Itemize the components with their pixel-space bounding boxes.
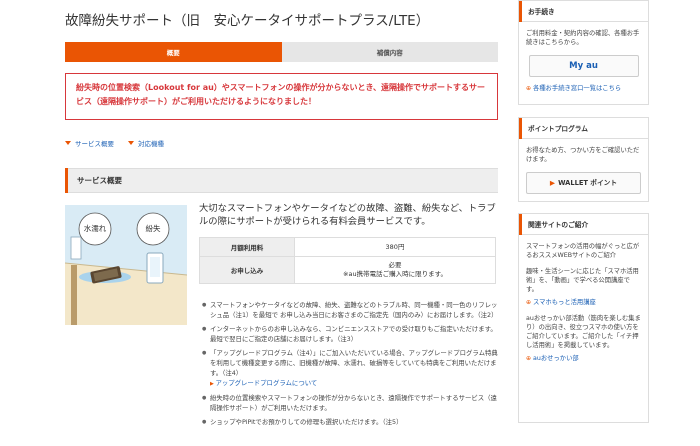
points-title: ポイントプログラム xyxy=(528,125,588,133)
smartphone-course-label: スマホもっと活用講座 xyxy=(533,299,596,306)
osekkai-label: auおせっかい部 xyxy=(533,355,579,362)
row-value: 必要 ※au携帯電話ご購入時に限ります。 xyxy=(294,256,496,284)
related-intro: スマートフォンの活用の幅がぐっと広がるおススメWEBサイトのご紹介 xyxy=(526,243,640,259)
table-row: 月額利用料 380円 xyxy=(199,237,496,257)
section-header: サービス概要 xyxy=(65,168,498,193)
my-au-button[interactable]: My au xyxy=(528,55,639,77)
external-link-icon: ⊕ xyxy=(526,85,532,92)
section-accent-bar xyxy=(65,168,68,193)
anchor-compatible-devices[interactable]: 対応機種 xyxy=(128,138,164,148)
list-item: ショップやPiPitでお預かりしての修理も選択いただけます。（注5） xyxy=(202,417,498,427)
anchor-label: 対応機種 xyxy=(138,140,164,148)
tab-bar: 概要 補償内容 xyxy=(65,42,498,62)
page-title: 故障紛失サポート（旧 安心ケータイサポートプラス/LTE） xyxy=(65,13,430,29)
section-title: サービス概要 xyxy=(77,176,122,185)
chevron-down-icon xyxy=(128,141,134,145)
card-accent-bar xyxy=(519,117,522,139)
application-note: ※au携帯電話ご購入時に限ります。 xyxy=(343,270,447,278)
points-card-header: ポイントプログラム xyxy=(519,117,648,139)
related-card-body: スマートフォンの活用の幅がぐっと広がるおススメWEBサイトのご紹介 趣味・生活シ… xyxy=(519,235,648,369)
application-value: 必要 xyxy=(388,261,402,269)
feature-list: スマートフォンやケータイなどの故障、紛失、盗難などのトラブル時、同一機種・同一色… xyxy=(202,300,498,431)
card-accent-bar xyxy=(519,213,522,235)
row-value: 380円 xyxy=(294,237,496,257)
osekkai-link[interactable]: ⊕ auおせっかい部 xyxy=(526,354,641,363)
fee-value: 380円 xyxy=(385,242,405,251)
list-item: 「アップグレードプログラム（注4）」にご加入いただいている場合、アップグレードプ… xyxy=(202,348,498,389)
external-link-icon: ⊕ xyxy=(526,299,532,306)
points-card: ポイントプログラム お得なため方、つかい方をご確認いただけます。 ▶ WALLE… xyxy=(518,117,649,202)
related-desc-1: 趣味・生活シーンに応じた「スマホ活用術」を、「動画」で学べる公開講座です。 xyxy=(526,268,639,293)
row-label: お申し込み xyxy=(199,256,295,284)
points-text: お得なため方、つかい方をご確認いただけます。 xyxy=(526,147,640,163)
anchor-service-overview[interactable]: サービス概要 xyxy=(65,138,114,148)
tab-coverage[interactable]: 補償内容 xyxy=(281,42,498,62)
wallet-point-button[interactable]: ▶ WALLET ポイント xyxy=(526,172,641,194)
smartphone-course-link[interactable]: ⊕ スマホもっと活用講座 xyxy=(526,298,641,307)
list-item-text: スマートフォンやケータイなどの故障、紛失、盗難などのトラブル時、同一機種・同一色… xyxy=(210,301,498,319)
table-row: お申し込み 必要 ※au携帯電話ご購入時に限ります。 xyxy=(199,256,496,284)
points-card-body: お得なため方、つかい方をご確認いただけます。 ▶ WALLET ポイント xyxy=(519,139,648,200)
list-item-text: ショップやPiPitでお預かりしての修理も選択いただけます。（注5） xyxy=(210,418,403,426)
procedures-text: ご利用料金・契約内容の確認、各種お手続きはこちらから。 xyxy=(526,30,640,46)
chevron-down-icon xyxy=(65,141,71,145)
fee-table: 月額利用料 380円 お申し込み 必要 ※au携帯電話ご購入時に限ります。 xyxy=(199,237,496,284)
procedures-link[interactable]: ⊕ 各種お手続き窓口一覧はこちら xyxy=(526,84,641,93)
procedures-link-label: 各種お手続き窓口一覧はこちら xyxy=(533,85,622,92)
related-desc-2: auおせっかい部活動（筋肉を楽しむ集まり）の出向き、役立つスマホの使い方をご紹介… xyxy=(526,315,641,349)
list-item-text: 紛失時の位置検索やスマートフォンの操作が分からないとき、遠隔操作でサポートするサ… xyxy=(210,394,497,412)
service-lead: 大切なスマートフォンやケータイなどの故障、盗難、紛失など、トラブルの際にサポート… xyxy=(199,203,496,227)
related-title: 関連サイトのご紹介 xyxy=(528,221,589,229)
list-item: インターネットからのお申し込みなら、コンビニエンスストアでの受け取りもご指定いた… xyxy=(202,324,498,344)
row-label: 月額利用料 xyxy=(199,237,295,257)
wallet-point-label: WALLET ポイント xyxy=(558,178,618,187)
tab-overview[interactable]: 概要 xyxy=(65,42,282,62)
upgrade-program-link[interactable]: アップグレードプログラムについて xyxy=(210,378,498,389)
bubble-lost-label: 紛失 xyxy=(146,223,161,233)
related-sites-card: 関連サイトのご紹介 スマートフォンの活用の幅がぐっと広がるおススメWEBサイトの… xyxy=(518,213,649,423)
list-item: 紛失時の位置検索やスマートフォンの操作が分からないとき、遠隔操作でサポートするサ… xyxy=(202,393,498,413)
list-item-text: 「アップグレードプログラム（注4）」にご加入いただいている場合、アップグレードプ… xyxy=(210,349,498,377)
chevron-right-icon: ▶ xyxy=(549,178,556,187)
notice-banner: 紛失時の位置検索（Lookout for au）やスマートフォンの操作が分からな… xyxy=(65,73,498,120)
related-card-header: 関連サイトのご紹介 xyxy=(519,213,648,235)
list-item-text: インターネットからのお申し込みなら、コンビニエンスストアでの受け取りもご指定いた… xyxy=(210,325,497,343)
procedures-card-header: お手続き xyxy=(519,0,648,22)
bubble-water-label: 水濡れ xyxy=(84,223,107,233)
procedures-title: お手続き xyxy=(528,8,555,16)
procedures-card-body: ご利用料金・契約内容の確認、各種お手続きはこちらから。 My au ⊕ 各種お手… xyxy=(519,22,648,99)
anchor-links: サービス概要 対応機種 xyxy=(65,138,164,148)
list-item: スマートフォンやケータイなどの故障、紛失、盗難などのトラブル時、同一機種・同一色… xyxy=(202,300,498,320)
notice-text: 紛失時の位置検索（Lookout for au）やスマートフォンの操作が分からな… xyxy=(76,83,485,106)
anchor-label: サービス概要 xyxy=(75,140,114,148)
card-accent-bar xyxy=(519,0,522,22)
external-link-icon: ⊕ xyxy=(526,355,532,362)
procedures-card: お手続き ご利用料金・契約内容の確認、各種お手続きはこちらから。 My au ⊕… xyxy=(518,0,649,105)
service-illustration: 水濡れ 紛失 xyxy=(65,205,187,325)
